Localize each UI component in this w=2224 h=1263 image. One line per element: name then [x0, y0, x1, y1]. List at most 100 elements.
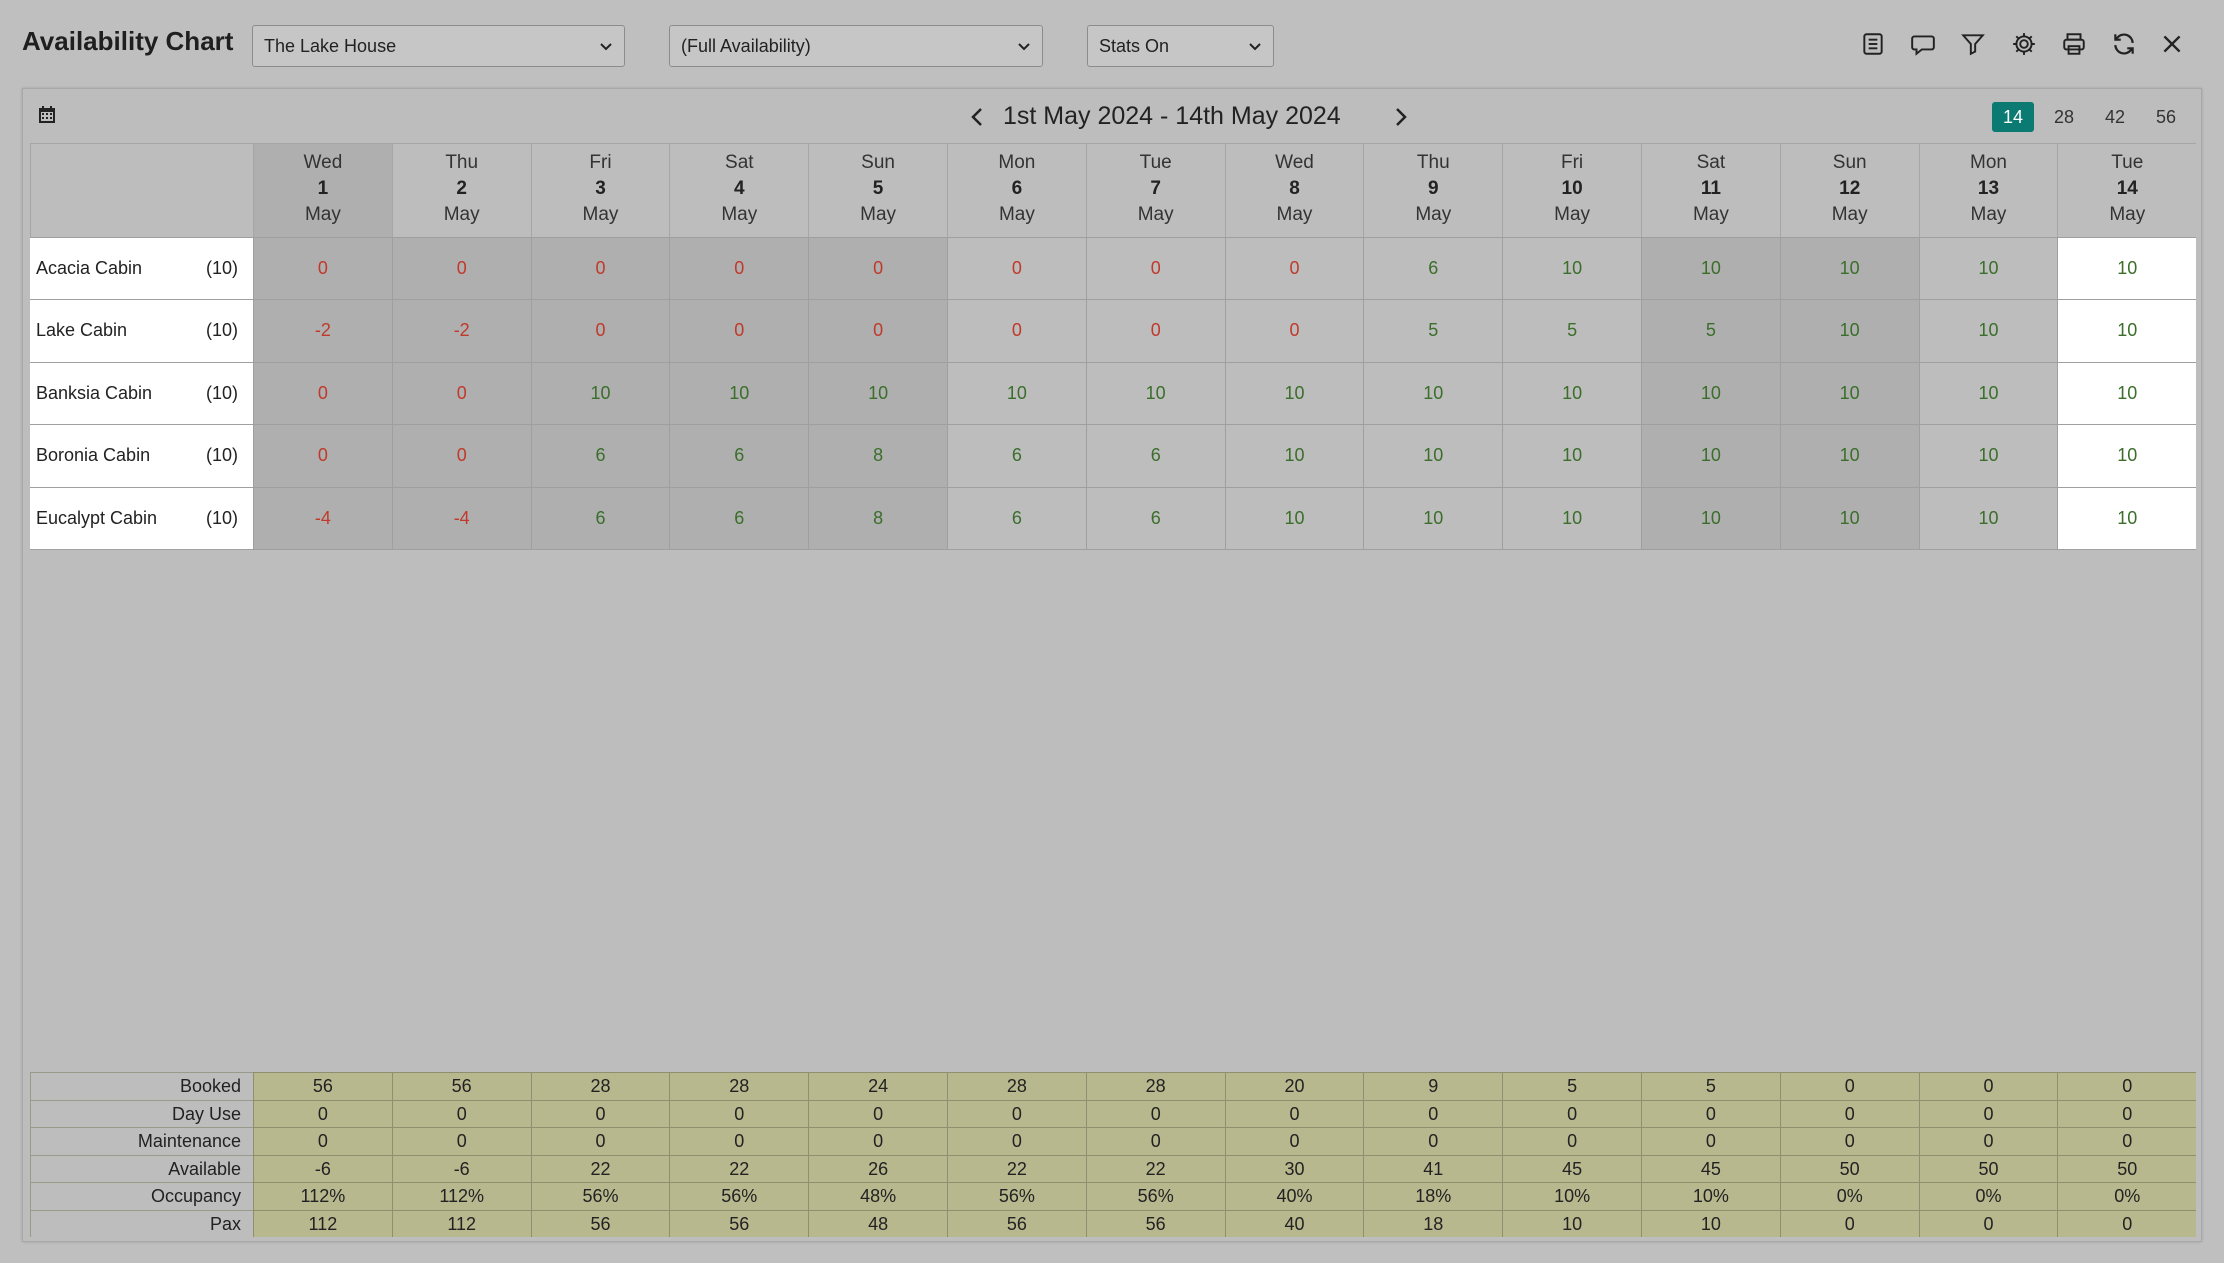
availability-cell[interactable]: 10 [947, 362, 1086, 425]
close-icon[interactable] [2156, 28, 2188, 60]
day-header[interactable]: Mon 6 May [947, 143, 1086, 237]
availability-cell[interactable]: 8 [808, 487, 947, 549]
day-header[interactable]: Tue 7 May [1085, 143, 1225, 237]
room-name-cell[interactable]: Boronia Cabin (10) [30, 425, 253, 487]
availability-cell[interactable]: 10 [1641, 362, 1780, 425]
availability-cell[interactable]: 0 [947, 300, 1086, 362]
availability-cell[interactable]: 6 [530, 487, 670, 549]
availability-cell[interactable]: 0 [947, 238, 1086, 300]
day-header[interactable]: Tue 14 May [2057, 143, 2197, 237]
availability-cell[interactable]: 10 [2057, 487, 2197, 549]
availability-cell[interactable]: 0 [1224, 300, 1364, 362]
availability-cell[interactable]: 10 [808, 362, 947, 425]
availability-cell[interactable]: 0 [1085, 238, 1225, 300]
day-header[interactable]: Thu 2 May [391, 143, 531, 237]
span-button-14[interactable]: 14 [1992, 102, 2034, 132]
span-button-56[interactable]: 56 [2145, 102, 2187, 132]
filter-icon[interactable] [1957, 28, 1989, 60]
availability-cell[interactable]: 10 [2057, 362, 2197, 425]
availability-cell[interactable]: 6 [530, 425, 670, 487]
day-header[interactable]: Sun 12 May [1779, 143, 1919, 237]
availability-cell[interactable]: 10 [1779, 487, 1919, 549]
availability-cell[interactable]: -4 [391, 487, 531, 549]
availability-cell[interactable]: -4 [253, 487, 392, 549]
availability-cell[interactable]: 10 [1085, 362, 1225, 425]
availability-cell[interactable]: 10 [1779, 238, 1919, 300]
availability-cell[interactable]: 10 [1641, 425, 1780, 487]
property-select[interactable]: The Lake House [252, 25, 625, 67]
availability-cell[interactable]: 10 [1779, 300, 1919, 362]
availability-cell[interactable]: 6 [1363, 238, 1502, 300]
availability-cell[interactable]: 0 [253, 238, 392, 300]
availability-cell[interactable]: 0 [391, 362, 531, 425]
day-header[interactable]: Mon 13 May [1918, 143, 2058, 237]
availability-cell[interactable]: 10 [1779, 362, 1919, 425]
availability-cell[interactable]: 10 [1918, 425, 2058, 487]
availability-cell[interactable]: 10 [1502, 362, 1641, 425]
day-header[interactable]: Fri 10 May [1502, 143, 1641, 237]
availability-cell[interactable]: 0 [530, 300, 670, 362]
availability-cell[interactable]: 5 [1502, 300, 1641, 362]
stats-select[interactable]: Stats On [1087, 25, 1274, 67]
availability-cell[interactable]: 10 [1502, 425, 1641, 487]
availability-cell[interactable]: 10 [1224, 425, 1364, 487]
room-name-cell[interactable]: Acacia Cabin (10) [30, 238, 253, 300]
calendar-icon[interactable] [37, 105, 57, 125]
availability-cell[interactable]: 6 [1085, 487, 1225, 549]
availability-cell[interactable]: 10 [1641, 487, 1780, 549]
availability-cell[interactable]: 0 [669, 300, 809, 362]
availability-cell[interactable]: 6 [947, 487, 1086, 549]
day-header[interactable]: Sun 5 May [808, 143, 947, 237]
availability-cell[interactable]: 0 [808, 238, 947, 300]
availability-cell[interactable]: 8 [808, 425, 947, 487]
list-icon[interactable] [1857, 28, 1889, 60]
availability-cell[interactable]: 10 [1502, 238, 1641, 300]
day-header[interactable]: Sat 11 May [1641, 143, 1780, 237]
printer-icon[interactable] [2058, 28, 2090, 60]
availability-cell[interactable]: 5 [1363, 300, 1502, 362]
availability-cell[interactable]: 6 [669, 425, 809, 487]
availability-cell[interactable]: 6 [947, 425, 1086, 487]
availability-cell[interactable]: 10 [1224, 362, 1364, 425]
availability-cell[interactable]: -2 [253, 300, 392, 362]
availability-cell[interactable]: 10 [530, 362, 670, 425]
day-header[interactable]: Thu 9 May [1363, 143, 1503, 237]
availability-cell[interactable]: 10 [2057, 425, 2197, 487]
availability-cell[interactable]: 0 [1224, 238, 1364, 300]
availability-cell[interactable]: 10 [1779, 425, 1919, 487]
chevron-left-icon[interactable] [966, 105, 990, 129]
availability-cell[interactable]: 6 [669, 487, 809, 549]
chevron-right-icon[interactable] [1388, 105, 1412, 129]
availability-cell[interactable]: 5 [1641, 300, 1780, 362]
availability-cell[interactable]: 0 [253, 425, 392, 487]
day-header[interactable]: Fri 3 May [530, 143, 670, 237]
availability-cell[interactable]: 0 [808, 300, 947, 362]
availability-cell[interactable]: 10 [1641, 238, 1780, 300]
day-header[interactable]: Wed 1 May [253, 143, 392, 237]
availability-cell[interactable]: 10 [2057, 238, 2197, 300]
availability-cell[interactable]: 0 [530, 238, 670, 300]
availability-cell[interactable]: 0 [253, 362, 392, 425]
span-button-28[interactable]: 28 [2043, 102, 2085, 132]
availability-cell[interactable]: 0 [391, 425, 531, 487]
availability-cell[interactable]: 10 [1918, 300, 2058, 362]
room-name-cell[interactable]: Lake Cabin (10) [30, 300, 253, 362]
availability-cell[interactable]: 10 [1224, 487, 1364, 549]
availability-cell[interactable]: 10 [1363, 425, 1502, 487]
availability-cell[interactable]: 0 [669, 238, 809, 300]
comment-icon[interactable] [1907, 28, 1939, 60]
availability-cell[interactable]: 10 [1918, 487, 2058, 549]
day-header[interactable]: Sat 4 May [669, 143, 809, 237]
room-name-cell[interactable]: Eucalypt Cabin (10) [30, 487, 253, 549]
refresh-icon[interactable] [2108, 28, 2140, 60]
view-select[interactable]: (Full Availability) [669, 25, 1043, 67]
availability-cell[interactable]: 10 [1363, 362, 1502, 425]
gear-icon[interactable] [2008, 28, 2040, 60]
availability-cell[interactable]: 0 [1085, 300, 1225, 362]
span-button-42[interactable]: 42 [2094, 102, 2136, 132]
room-name-cell[interactable]: Banksia Cabin (10) [30, 362, 253, 425]
availability-cell[interactable]: 10 [1502, 487, 1641, 549]
availability-cell[interactable]: 10 [669, 362, 809, 425]
availability-cell[interactable]: 6 [1085, 425, 1225, 487]
availability-cell[interactable]: 10 [2057, 300, 2197, 362]
